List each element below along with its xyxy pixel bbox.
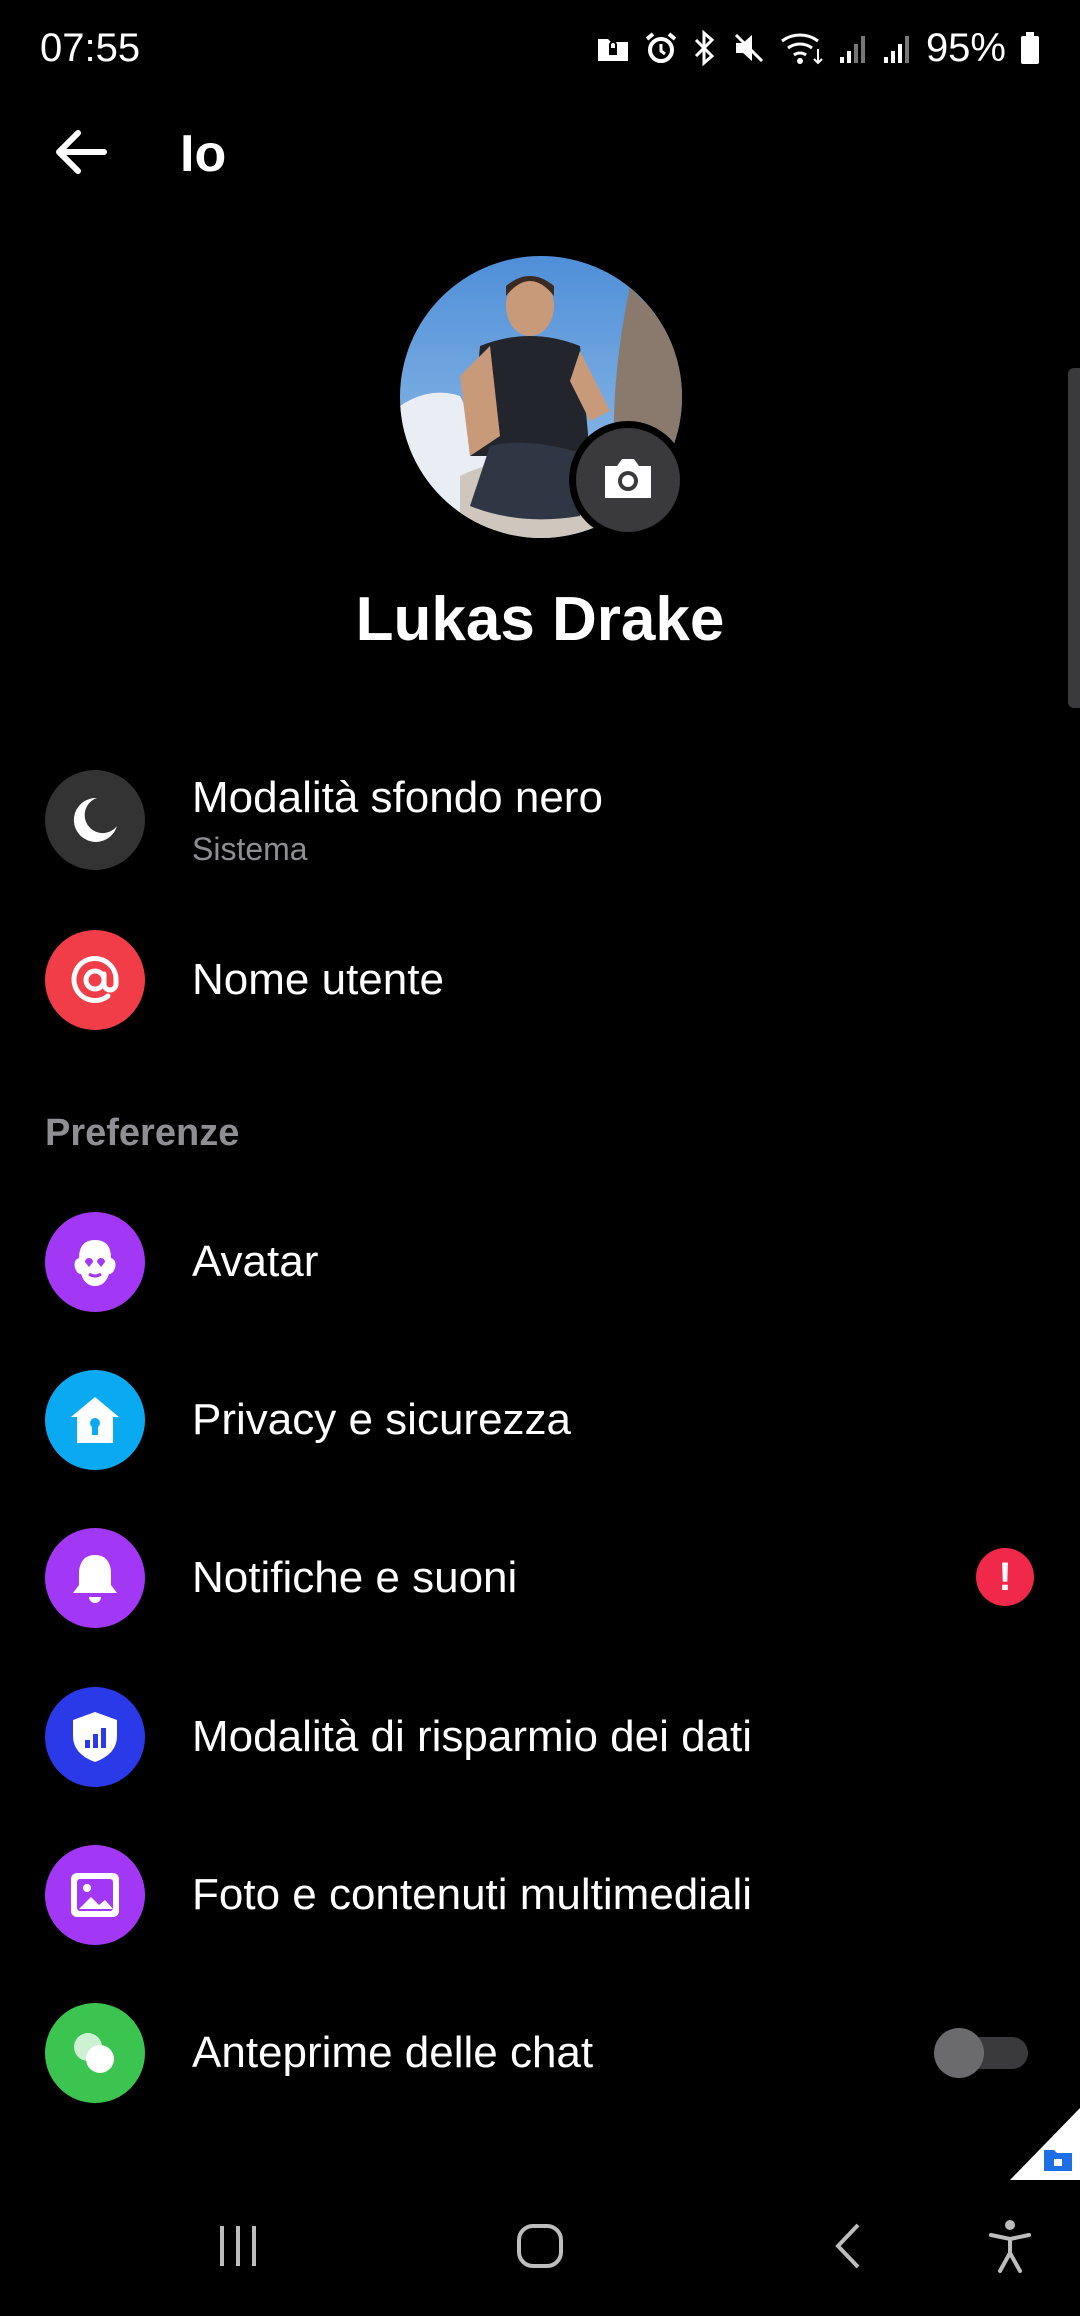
lock-folder-icon xyxy=(596,33,630,63)
status-icons: 95% xyxy=(596,22,1040,74)
chat-previews-toggle[interactable] xyxy=(934,2028,1028,2078)
chat-bubbles-icon xyxy=(45,2003,145,2103)
status-time: 07:55 xyxy=(40,26,141,70)
data-saver-item[interactable]: Modalità di risparmio dei dati xyxy=(0,1667,1080,1807)
camera-icon xyxy=(601,456,655,505)
avatar-face-icon xyxy=(45,1212,145,1312)
page-title: Io xyxy=(180,125,227,183)
dark-mode-item[interactable]: Modalità sfondo nero Sistema xyxy=(0,750,1080,890)
accessibility-icon xyxy=(987,2219,1033,2278)
section-title-preferences: Preferenze xyxy=(45,1112,240,1154)
shield-signal-icon xyxy=(45,1687,145,1787)
bluetooth-icon xyxy=(692,30,718,66)
username-label: Nome utente xyxy=(192,955,444,1004)
notifications-item[interactable]: Notifiche e suoni ! xyxy=(0,1508,1080,1648)
avatar-label: Avatar xyxy=(192,1237,319,1286)
dark-mode-label: Modalità sfondo nero xyxy=(192,772,603,822)
notifications-label: Notifiche e suoni xyxy=(192,1553,518,1602)
alarm-icon xyxy=(644,31,678,65)
photo-icon xyxy=(45,1845,145,1945)
dark-mode-value: Sistema xyxy=(192,830,308,867)
battery-icon xyxy=(1020,31,1040,65)
battery-percentage: 95% xyxy=(925,26,1006,70)
home-icon xyxy=(516,2223,564,2274)
media-item[interactable]: Foto e contenuti multimediali xyxy=(0,1825,1080,1965)
change-photo-button[interactable] xyxy=(569,421,687,539)
lock-folder-icon xyxy=(1044,2150,1072,2171)
mute-icon xyxy=(732,31,766,65)
house-lock-icon xyxy=(45,1370,145,1470)
recents-button[interactable] xyxy=(200,2210,276,2286)
home-button[interactable] xyxy=(500,2210,580,2286)
alert-badge: ! xyxy=(976,1548,1034,1606)
back-icon xyxy=(830,2221,866,2276)
data-saver-label: Modalità di risparmio dei dati xyxy=(192,1712,753,1761)
secure-folder-shortcut[interactable] xyxy=(1010,2108,1080,2180)
bell-icon xyxy=(45,1528,145,1628)
moon-icon xyxy=(45,770,145,870)
back-button[interactable] xyxy=(40,118,120,190)
chat-previews-item[interactable]: Anteprime delle chat xyxy=(0,1983,1080,2123)
username-item[interactable]: Nome utente xyxy=(0,910,1080,1050)
media-label: Foto e contenuti multimediali xyxy=(192,1870,753,1919)
privacy-label: Privacy e sicurezza xyxy=(192,1395,572,1444)
at-icon xyxy=(45,930,145,1030)
chat-previews-label: Anteprime delle chat xyxy=(192,2028,594,2077)
arrow-left-icon xyxy=(52,128,108,181)
scrollbar[interactable] xyxy=(1068,368,1080,708)
signal-icon xyxy=(838,31,868,65)
nav-back-button[interactable] xyxy=(810,2210,886,2286)
signal-icon xyxy=(882,31,912,65)
recents-icon xyxy=(214,2224,262,2273)
accessibility-button[interactable] xyxy=(972,2210,1048,2286)
profile-name: Lukas Drake xyxy=(355,585,725,654)
system-nav-bar xyxy=(0,2180,1080,2316)
avatar-item[interactable]: Avatar xyxy=(0,1192,1080,1332)
privacy-item[interactable]: Privacy e sicurezza xyxy=(0,1350,1080,1490)
wifi-icon xyxy=(780,31,824,65)
